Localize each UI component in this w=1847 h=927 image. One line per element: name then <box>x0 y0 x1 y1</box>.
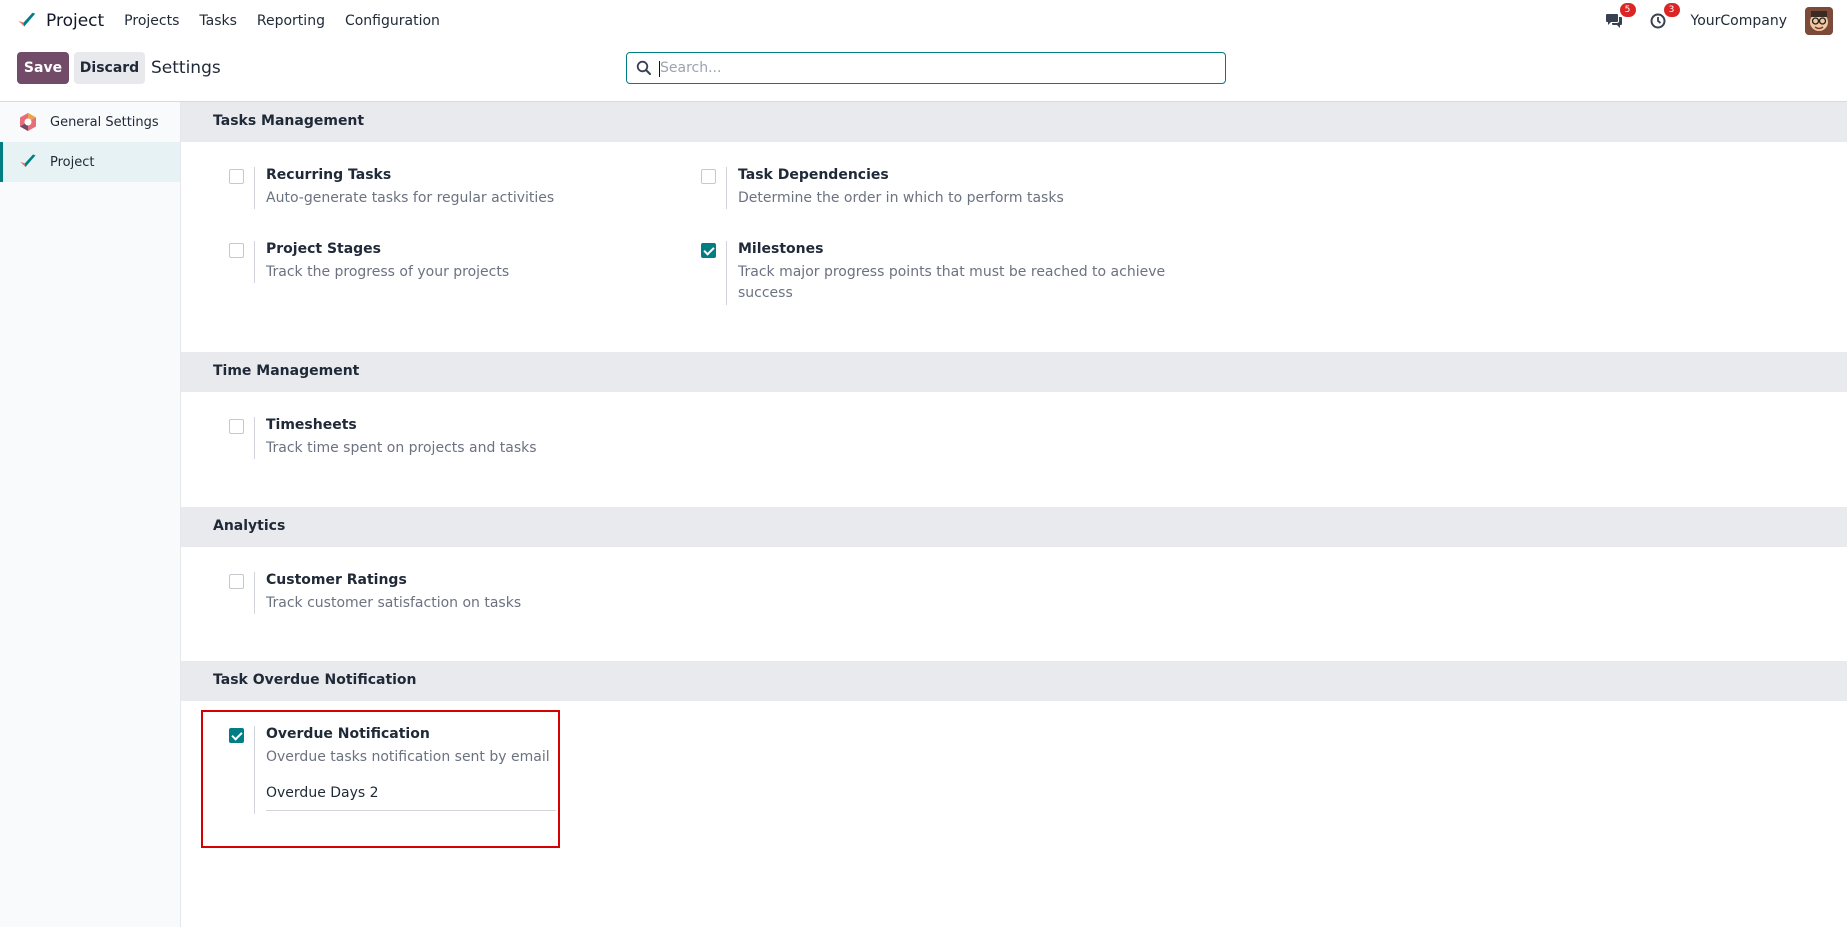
clock-icon <box>1650 13 1665 29</box>
setting-milestones: Milestones Track major progress points t… <box>701 241 1165 305</box>
top-navbar: Project Projects Tasks Reporting Configu… <box>0 0 1847 42</box>
project-stages-checkbox[interactable] <box>229 243 244 258</box>
setting-title: Project Stages <box>266 241 382 257</box>
customer-ratings-checkbox[interactable] <box>229 574 244 589</box>
app-name: Project <box>46 11 105 31</box>
setting-title: Customer Ratings <box>266 572 407 588</box>
divider <box>726 241 727 305</box>
divider <box>254 572 255 614</box>
discard-button[interactable]: Discard <box>74 52 145 84</box>
main-menu: Projects Tasks Reporting Configuration <box>114 13 450 29</box>
setting-title: Recurring Tasks <box>266 167 392 183</box>
control-panel: Save Discard Settings <box>0 42 1847 102</box>
setting-title: Milestones <box>738 241 824 257</box>
divider <box>254 417 255 459</box>
project-app-icon <box>20 154 36 167</box>
odoo-settings-icon <box>20 113 36 131</box>
activities-badge: 3 <box>1663 3 1680 17</box>
overdue-days-value[interactable]: 2 <box>370 785 379 801</box>
recurring-tasks-checkbox[interactable] <box>229 169 244 184</box>
search-box[interactable] <box>626 52 1226 84</box>
section-header-analytics: Analytics <box>181 507 1847 547</box>
section-title: Analytics <box>213 518 286 534</box>
setting-title: Task Dependencies <box>738 167 889 183</box>
chat-icon <box>1605 14 1622 28</box>
section-header-time-management: Time Management <box>181 352 1847 392</box>
divider <box>726 167 727 209</box>
page-title: Settings <box>151 58 221 78</box>
section-title: Task Overdue Notification <box>213 672 417 688</box>
menu-reporting[interactable]: Reporting <box>247 13 335 29</box>
section-header-task-overdue-notification: Task Overdue Notification <box>181 661 1847 701</box>
menu-projects[interactable]: Projects <box>114 13 189 29</box>
setting-description-line-1: Track major progress points that must be… <box>738 264 1166 280</box>
overdue-days-label: Overdue Days <box>266 785 366 801</box>
user-avatar[interactable] <box>1805 7 1833 35</box>
milestones-checkbox[interactable] <box>701 243 716 258</box>
divider <box>254 241 255 283</box>
company-switcher[interactable]: YourCompany <box>1691 13 1788 29</box>
overdue-days-field[interactable]: Overdue Days 2 <box>266 785 556 811</box>
sidebar-item-project[interactable]: Project <box>0 142 180 182</box>
settings-content: Tasks Management Recurring Tasks Auto-ge… <box>181 102 1847 927</box>
setting-title: Overdue Notification <box>266 726 430 742</box>
setting-recurring-tasks: Recurring Tasks Auto-generate tasks for … <box>229 167 669 209</box>
sidebar-item-general-settings[interactable]: General Settings <box>0 102 180 142</box>
overdue-notification-checkbox[interactable] <box>229 728 244 743</box>
brand[interactable]: Project <box>16 10 104 32</box>
settings-sidebar: General Settings Project <box>0 102 181 927</box>
setting-project-stages: Project Stages Track the progress of you… <box>229 241 669 283</box>
setting-task-dependencies: Task Dependencies Determine the order in… <box>701 167 1141 209</box>
save-button[interactable]: Save <box>17 52 69 84</box>
search-input[interactable] <box>660 60 1200 76</box>
setting-overdue-notification: Overdue Notification Overdue tasks notif… <box>229 726 569 816</box>
messages-badge: 5 <box>1619 3 1636 17</box>
sidebar-item-label: General Settings <box>50 114 159 130</box>
menu-configuration[interactable]: Configuration <box>335 13 450 29</box>
search-icon <box>636 60 651 75</box>
section-title: Tasks Management <box>213 113 365 129</box>
setting-description: Track the progress of your projects <box>266 264 510 280</box>
activities-button[interactable]: 3 <box>1647 3 1680 32</box>
setting-description-line-2: success <box>738 285 793 301</box>
project-app-icon <box>18 12 36 27</box>
setting-customer-ratings: Customer Ratings Track customer satisfac… <box>229 572 669 614</box>
setting-title: Timesheets <box>266 417 357 433</box>
setting-description: Track customer satisfaction on tasks <box>266 595 522 611</box>
task-dependencies-checkbox[interactable] <box>701 169 716 184</box>
sidebar-item-label: Project <box>50 154 95 170</box>
section-title: Time Management <box>213 363 360 379</box>
divider <box>254 726 255 814</box>
setting-description: Overdue tasks notification sent by email <box>266 749 550 765</box>
user-avatar-icon <box>1805 7 1833 35</box>
setting-description: Auto-generate tasks for regular activiti… <box>266 190 555 206</box>
setting-timesheets: Timesheets Track time spent on projects … <box>229 417 669 459</box>
setting-description: Determine the order in which to perform … <box>738 190 1064 206</box>
text-caret <box>659 61 660 77</box>
navbar-systray: 5 3 YourCompany <box>1603 0 1833 42</box>
menu-tasks[interactable]: Tasks <box>189 13 247 29</box>
messages-button[interactable]: 5 <box>1603 3 1636 32</box>
setting-description: Track time spent on projects and tasks <box>266 440 537 456</box>
divider <box>254 167 255 209</box>
timesheets-checkbox[interactable] <box>229 419 244 434</box>
section-header-tasks-management: Tasks Management <box>181 102 1847 142</box>
